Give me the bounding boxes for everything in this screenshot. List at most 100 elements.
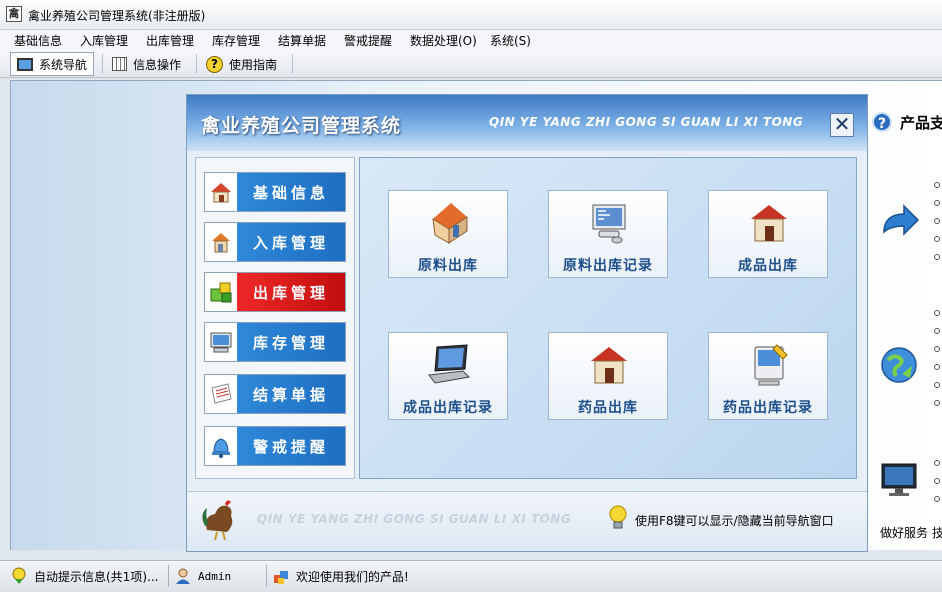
nav-header: 禽业养殖公司管理系统 QIN YE YANG ZHI GONG SI GUAN … [187,95,867,151]
menu-data[interactable]: 数据处理(O) [410,32,477,49]
toolbar-divider [196,54,197,74]
bullet-icon [934,254,940,260]
menu-ruku[interactable]: 入库管理 [80,32,128,49]
category-jiesuan-label: 结算单据 [252,385,329,404]
category-jichu-button[interactable]: 基础信息 [204,172,346,212]
mac-pencil-icon [754,344,788,386]
status-divider [266,565,267,587]
tile-medicine-out-label: 药品出库 [578,400,638,416]
tile-medicine-out-record[interactable]: 药品出库记录 [708,332,828,420]
arrow-forward-icon [883,204,920,236]
bell-icon [205,427,237,465]
grid-icon [112,57,127,71]
house-in-icon [205,223,237,261]
tile-raw-out[interactable]: 原料出库 [388,190,508,278]
document-icon [205,375,237,413]
category-jichu-label: 基础信息 [252,183,329,202]
user-icon [176,568,190,584]
bullet-icon [934,182,940,188]
tile-product-out-record-label: 成品出库记录 [403,400,493,416]
menu-system[interactable]: 系统(S) [490,32,531,49]
category-kucun-button[interactable]: 库存管理 [204,322,346,362]
nav-subtitle: QIN YE YANG ZHI GONG SI GUAN LI XI TONG [489,115,804,129]
auto-hint-text: 自动提示信息(共1项)... [34,569,159,584]
tile-product-out-label: 成品出库 [738,258,798,274]
rooster-icon [202,500,233,541]
lightbulb-icon [609,505,627,529]
bullet-icon [934,364,940,370]
tile-raw-out-record[interactable]: 原料出库记录 [548,190,668,278]
nav-title: 禽业养殖公司管理系统 [201,115,402,137]
tile-medicine-out[interactable]: 药品出库 [548,332,668,420]
bullet-icon [934,310,940,316]
system-nav-button[interactable]: 系统导航 [10,52,95,76]
tile-product-out-record[interactable]: 成品出库记录 [388,332,508,420]
menu-chuku[interactable]: 出库管理 [146,32,194,49]
help-icon: ? [872,112,892,132]
close-icon: ✕ [833,112,851,136]
house-icon [205,173,237,211]
bullet-icon [934,496,940,502]
bullet-icon [934,346,940,352]
bullet-icon [934,236,940,242]
tile-raw-out-label: 原料出库 [418,258,478,274]
monitor-icon [17,57,33,71]
bullet-icon [934,382,940,388]
guide-button[interactable]: ? 使用指南 [200,52,283,76]
bullet-icon [934,200,940,206]
category-kucun-label: 库存管理 [252,333,329,352]
user-status: Admin [174,565,231,587]
tile-product-out[interactable]: 成品出库 [708,190,828,278]
window-title: 禽业养殖公司管理系统(非注册版) [28,9,206,23]
product-support-title: 产品支 [900,114,942,132]
cubes-icon [205,273,237,311]
toolbar-divider [102,54,103,74]
monitor-icon [881,463,917,496]
info-ops-label: 信息操作 [133,57,182,72]
menu-jiesuan[interactable]: 结算单据 [278,32,326,49]
menu-bar: 基础信息 入库管理 出库管理 库存管理 结算单据 警戒提醒 数据处理(O) 系统… [0,30,942,50]
house-out-icon [432,203,468,244]
bullet-icon [934,328,940,334]
category-ruku-label: 入库管理 [252,233,329,252]
bullet-icon [934,478,940,484]
service-text: 做好服务 技 [880,526,942,540]
toolbar: 系统导航 信息操作 ? 使用指南 [0,50,942,78]
boxes-icon [274,571,288,584]
app-icon: 禽 [6,6,22,22]
navigation-window: 禽业养殖公司管理系统 QIN YE YANG ZHI GONG SI GUAN … [186,94,868,552]
auto-hint-status[interactable]: 自动提示信息(共1项)... [10,565,158,587]
welcome-text: 欢迎使用我们的产品! [296,569,409,584]
computer-icon [205,323,237,361]
bullet-icon [934,400,940,406]
menu-kucun[interactable]: 库存管理 [212,32,260,49]
category-ruku-button[interactable]: 入库管理 [204,222,346,262]
function-panel: 原料出库 原料出库记录 成品出库 成品出库记录 药品出库 药品出库记录 [359,157,857,479]
status-divider [168,565,169,587]
tile-medicine-out-record-label: 药品出库记录 [723,400,813,416]
guide-label: 使用指南 [229,57,278,72]
menu-jingjie[interactable]: 警戒提醒 [344,32,392,49]
user-name: Admin [198,569,232,583]
info-ops-button[interactable]: 信息操作 [106,52,187,76]
nav-footer: QIN YE YANG ZHI GONG SI GUAN LI XI TONG … [187,491,867,551]
title-bar: 禽 禽业养殖公司管理系统(非注册版) [0,0,942,30]
category-chuku-button[interactable]: 出库管理 [204,272,346,312]
laptop-icon [428,344,471,384]
product-support-panel: ? 产品支 做好服务 技 [868,100,942,550]
toolbar-divider [292,54,293,74]
category-menu: 基础信息 入库管理 出库管理 库存管理 结算单据 警戒提醒 [195,157,355,479]
f8-tip: 使用F8键可以显示/隐藏当前导航窗口 [635,514,834,528]
house-icon [751,205,787,242]
category-chuku-label: 出库管理 [252,283,329,302]
help-icon: ? [206,55,223,73]
globe-icon [881,347,917,383]
close-button[interactable]: ✕ [830,113,854,137]
welcome-status: 欢迎使用我们的产品! [272,565,409,587]
menu-jichu[interactable]: 基础信息 [14,32,62,49]
category-jingjie-label: 警戒提醒 [252,437,329,456]
lightbulb-icon [12,567,26,584]
bullet-icon [934,460,940,466]
category-jiesuan-button[interactable]: 结算单据 [204,374,346,414]
category-jingjie-button[interactable]: 警戒提醒 [204,426,346,466]
